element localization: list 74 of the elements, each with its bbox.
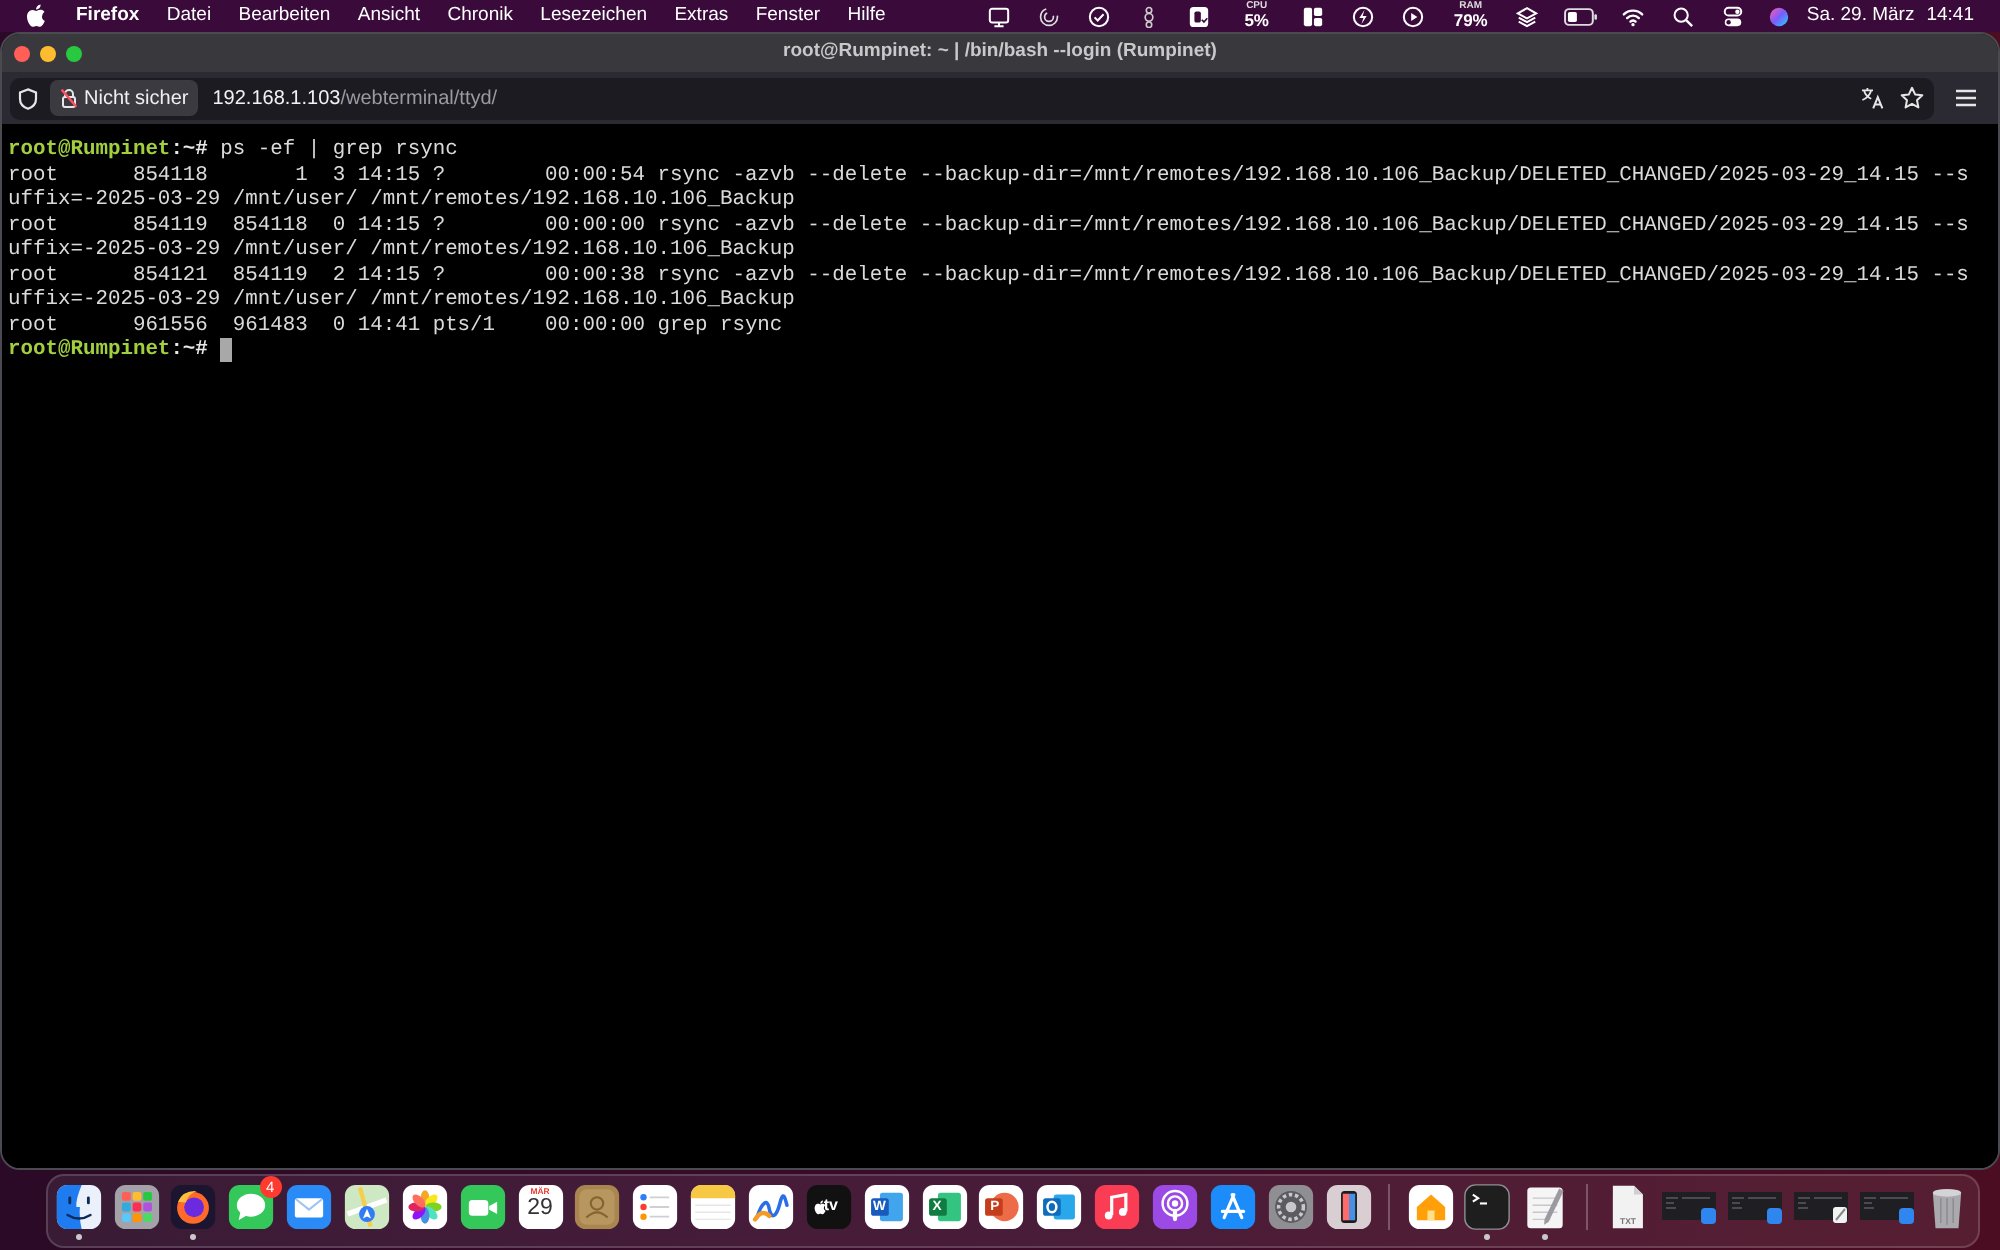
notepad-icon[interactable] bbox=[690, 1183, 737, 1230]
window-thumbnail[interactable] bbox=[1661, 1191, 1716, 1224]
globe-icon[interactable] bbox=[170, 1183, 217, 1230]
terminal-line: root 854118 1 3 14:15 ? 00:00:54 rsync -azvb --delete --backup-dir=/mnt/remotes/192.168.10.106_Backup/DELETED_CHANGED/2025-03-29_14.15 --s bbox=[8, 163, 1969, 188]
podcast-icon[interactable] bbox=[1152, 1183, 1199, 1230]
spiral-icon[interactable] bbox=[1038, 5, 1061, 27]
music-note-icon[interactable] bbox=[1094, 1183, 1141, 1230]
menu-item[interactable]: Datei bbox=[166, 0, 212, 32]
terminal-line: root@Rumpinet:~# ps -ef | grep rsync bbox=[8, 138, 458, 163]
gear-icon[interactable] bbox=[1267, 1183, 1314, 1230]
battery-icon[interactable] bbox=[1563, 7, 1598, 25]
video-camera-icon[interactable] bbox=[459, 1183, 506, 1230]
flower-icon[interactable] bbox=[401, 1183, 448, 1230]
app-tile-icon[interactable] bbox=[1188, 5, 1211, 27]
menu-icon[interactable] bbox=[1954, 88, 1978, 108]
menu-bar-date[interactable]: Sa. 29. März bbox=[1806, 0, 1915, 32]
contact-card-icon[interactable] bbox=[574, 1183, 621, 1230]
search-icon[interactable] bbox=[1672, 5, 1695, 27]
terminal-line: root@Rumpinet:~# bbox=[8, 338, 208, 363]
address-bar[interactable]: Nicht sicher 192.168.1.103/webterminal/ttyd/ bbox=[10, 77, 1934, 119]
terminal-line: uffix=-2025-03-29 /mnt/user/ /mnt/remotes/192.168.10.106_Backup bbox=[8, 288, 795, 313]
scribble-icon[interactable] bbox=[748, 1183, 794, 1230]
terminal-line: root 854121 854119 2 14:15 ? 00:00:38 rsync -azvb --delete --backup-dir=/mnt/remotes/192.168.10.106_Backup/DELETED_CHANGED/2025-03-29_14.15 --s bbox=[8, 263, 1969, 288]
terminal-icon[interactable] bbox=[1464, 1183, 1511, 1230]
terminal-line: root 854119 854118 0 14:15 ? 00:00:00 rsync -azvb --delete --backup-dir=/mnt/remotes/192.168.10.106_Backup/DELETED_CHANGED/2025-03-29_14.15 --s bbox=[8, 213, 1969, 238]
layout-icon[interactable] bbox=[1302, 5, 1325, 27]
terminal-line: root 961556 961483 0 14:41 pts/1 00:00:00 grep rsync bbox=[8, 313, 783, 338]
star-icon[interactable] bbox=[1900, 86, 1924, 110]
face-icon[interactable] bbox=[55, 1183, 102, 1230]
pencil-paper-icon[interactable] bbox=[1522, 1183, 1569, 1230]
security-button[interactable]: Nicht sicher bbox=[50, 80, 199, 116]
meter-value: 79% bbox=[1453, 12, 1488, 30]
phone-icon[interactable] bbox=[1325, 1183, 1372, 1230]
terminal-line: uffix=-2025-03-29 /mnt/user/ /mnt/remotes/192.168.10.106_Backup bbox=[8, 238, 795, 263]
shield-icon[interactable] bbox=[18, 87, 38, 109]
play-circle-icon[interactable] bbox=[1402, 5, 1425, 27]
menu-item[interactable]: Hilfe bbox=[847, 0, 886, 32]
orb-icon[interactable] bbox=[1767, 5, 1790, 27]
menu-item[interactable]: Lesezeichen bbox=[540, 0, 648, 32]
meter-value: 5% bbox=[1244, 12, 1269, 30]
translate-icon[interactable] bbox=[1860, 86, 1884, 110]
toggles-icon[interactable] bbox=[1722, 5, 1745, 27]
app-menu[interactable]: Firefox bbox=[76, 0, 140, 32]
window-thumbnail[interactable] bbox=[1859, 1191, 1914, 1224]
map-icon[interactable] bbox=[343, 1183, 390, 1230]
url-text[interactable]: 192.168.1.103/webterminal/ttyd/ bbox=[212, 83, 498, 113]
close-icon[interactable] bbox=[14, 45, 30, 61]
email-icon[interactable] bbox=[1036, 1183, 1083, 1230]
menu-item[interactable]: Extras bbox=[674, 0, 729, 32]
app-grid-icon[interactable] bbox=[113, 1183, 160, 1230]
menu-item[interactable]: Bearbeiten bbox=[238, 0, 331, 32]
menu-item[interactable]: Chronik bbox=[447, 0, 513, 32]
window-title: root@Rumpinet: ~ | /bin/bash --login (Rumpinet) bbox=[783, 38, 1217, 67]
lock-slash-icon bbox=[60, 88, 78, 108]
lightning-circle-icon[interactable] bbox=[1352, 5, 1375, 27]
maximize-icon[interactable] bbox=[66, 45, 82, 61]
window-thumbnail[interactable] bbox=[1793, 1191, 1848, 1224]
menu-bar-clock[interactable]: 14:41 bbox=[1926, 0, 1974, 32]
letter-a-icon[interactable] bbox=[1209, 1183, 1256, 1230]
tv-icon[interactable]: tv bbox=[805, 1183, 852, 1230]
check-circle-icon[interactable] bbox=[1088, 5, 1111, 27]
menu-item[interactable]: Ansicht bbox=[357, 0, 421, 32]
terminal-line: uffix=-2025-03-29 /mnt/user/ /mnt/remotes/192.168.10.106_Backup bbox=[8, 188, 795, 213]
screen-icon[interactable] bbox=[988, 5, 1011, 27]
window-thumbnail[interactable] bbox=[1727, 1191, 1782, 1224]
layers-icon[interactable] bbox=[1516, 5, 1539, 27]
minimize-icon[interactable] bbox=[40, 45, 56, 61]
house-icon[interactable] bbox=[1407, 1183, 1453, 1230]
menu-item[interactable]: Fenster bbox=[755, 0, 821, 32]
wifi-icon[interactable] bbox=[1622, 5, 1645, 27]
apple-icon[interactable] bbox=[26, 4, 46, 28]
envelope-icon[interactable] bbox=[286, 1183, 333, 1230]
chat-bubble-icon[interactable] bbox=[228, 1183, 275, 1230]
checklist-icon[interactable] bbox=[632, 1183, 679, 1230]
